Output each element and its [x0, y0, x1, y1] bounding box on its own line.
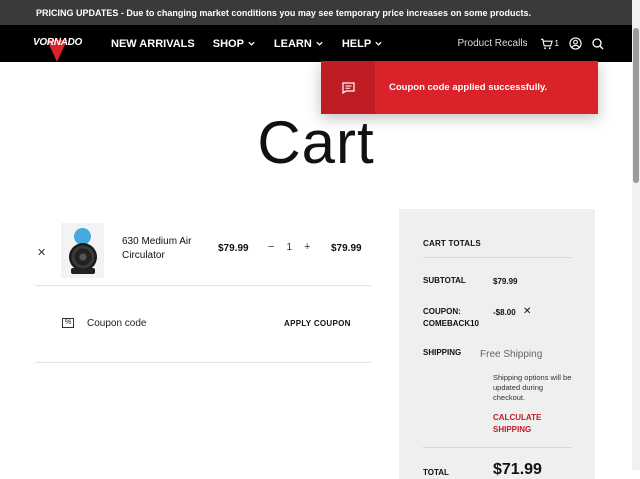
subtotal-label: SUBTOTAL — [423, 276, 466, 285]
shipping-label: SHIPPING — [423, 348, 462, 357]
coupon-code-toggle[interactable]: Coupon code — [87, 318, 147, 329]
cart-totals-heading: CART TOTALS — [423, 239, 481, 248]
total-label: TOTAL — [423, 468, 449, 477]
chevron-down-icon — [248, 41, 255, 46]
cart-icon — [540, 38, 553, 49]
nav-menu: NEW ARRIVALS SHOP LEARN HELP — [111, 25, 383, 62]
cart-totals-panel: CART TOTALS SUBTOTAL $79.99 COUPON: COME… — [399, 204, 595, 479]
shipping-note: Shipping options will be updated during … — [493, 373, 572, 402]
shipping-value: Free Shipping — [480, 349, 543, 360]
scrollbar-thumb[interactable] — [633, 28, 639, 183]
divider — [423, 447, 572, 448]
nav-item-help[interactable]: HELP — [342, 38, 383, 50]
nav-item-label: NEW ARRIVALS — [111, 37, 195, 50]
message-icon — [321, 61, 375, 114]
main-nav: VORNADO NEW ARRIVALS SHOP LEARN HELP Pro… — [0, 25, 632, 62]
brand-name: VORNADO — [33, 37, 83, 48]
product-name-link[interactable]: 630 Medium Air Circulator — [122, 235, 202, 263]
page-scrollbar[interactable] — [632, 0, 640, 470]
announcement-bar: PRICING UPDATES - Due to changing market… — [0, 0, 632, 25]
receipt-edge — [399, 204, 595, 210]
product-price: $79.99 — [218, 243, 249, 254]
fan-base-image — [71, 268, 95, 274]
divider — [423, 257, 572, 258]
chevron-down-icon — [316, 41, 323, 46]
cart-count: 1 — [554, 39, 559, 48]
nav-item-label: LEARN — [273, 37, 312, 50]
nav-utilities: Product Recalls 1 — [458, 25, 604, 62]
chevron-down-icon — [375, 41, 382, 46]
coupon-success-toast: Coupon code applied successfully. — [321, 61, 598, 114]
coupon-percent-icon: % — [62, 318, 74, 328]
announcement-text: PRICING UPDATES - Due to changing market… — [36, 7, 531, 18]
subtotal-value: $79.99 — [493, 277, 518, 286]
cart-line-item: ✕ 630 Medium Air Circulator $79.99 − 1 +… — [35, 220, 371, 286]
coupon-row: % Coupon code APPLY COUPON — [35, 287, 371, 363]
remove-item-button[interactable]: ✕ — [37, 246, 46, 259]
quantity-decrease-button[interactable]: − — [268, 241, 274, 253]
fan-image — [69, 243, 97, 271]
product-thumbnail[interactable] — [61, 223, 104, 278]
coupon-discount-value: -$8.00 — [493, 308, 516, 317]
total-value: $71.99 — [493, 461, 542, 478]
nav-item-new-arrivals[interactable]: NEW ARRIVALS — [111, 38, 195, 50]
calculate-shipping-link[interactable]: CALCULATE SHIPPING — [493, 412, 563, 436]
search-icon[interactable] — [592, 37, 604, 50]
nav-item-shop[interactable]: SHOP — [213, 38, 256, 50]
toast-message: Coupon code applied successfully. — [389, 82, 548, 93]
coupon-label: COUPON: COMEBACK10 — [423, 307, 480, 328]
remove-coupon-button[interactable]: ✕ — [523, 306, 531, 317]
nav-item-label: SHOP — [212, 37, 244, 50]
cart-button[interactable]: 1 — [540, 38, 559, 50]
nav-item-learn[interactable]: LEARN — [274, 38, 324, 50]
line-total: $79.99 — [331, 243, 362, 254]
nav-item-label: HELP — [341, 37, 372, 50]
quantity-stepper: − 1 + — [268, 241, 310, 253]
page-title: Cart — [257, 109, 375, 176]
quantity-increase-button[interactable]: + — [304, 241, 310, 253]
product-recalls-link[interactable]: Product Recalls — [458, 38, 528, 49]
quantity-value[interactable]: 1 — [286, 242, 292, 253]
apply-coupon-button[interactable]: APPLY COUPON — [284, 319, 351, 328]
account-icon[interactable] — [569, 37, 582, 50]
vornado-logo[interactable]: VORNADO — [33, 36, 83, 66]
